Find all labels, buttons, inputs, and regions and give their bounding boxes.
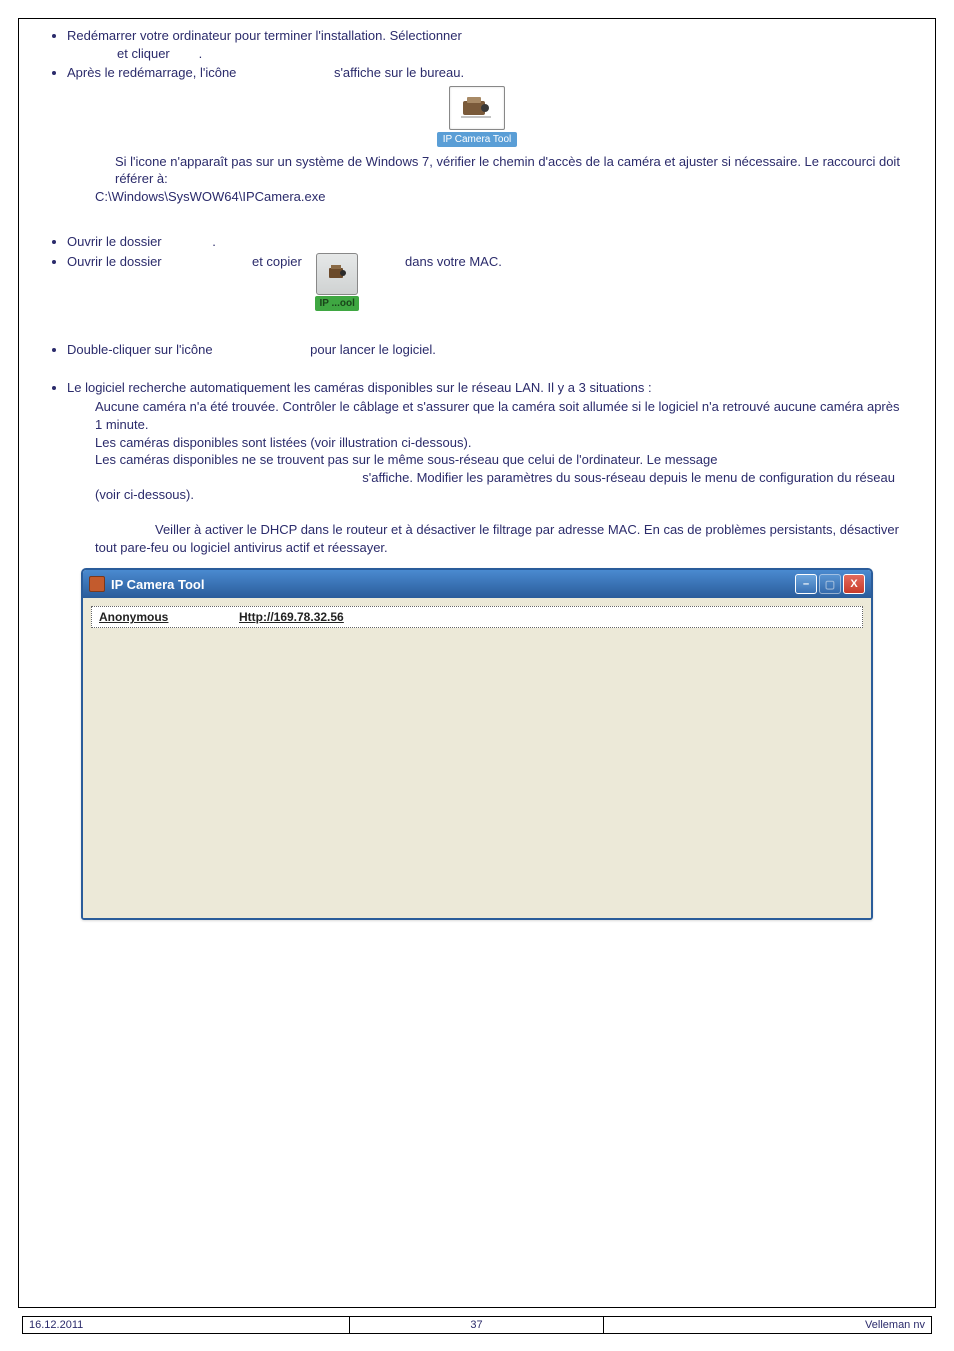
bullet-after-restart: Après le redémarrage, l'icône s'affiche … — [67, 64, 909, 82]
text: Redémarrer votre ordinateur pour termine… — [67, 28, 462, 43]
situation-2: Les caméras disponibles sont listées (vo… — [95, 434, 909, 452]
list-item[interactable]: Anonymous Http://169.78.32.56 — [93, 608, 861, 626]
situation-3: Les caméras disponibles ne se trouvent p… — [95, 451, 909, 504]
text — [240, 65, 330, 80]
text — [165, 254, 248, 269]
note-dhcp: Veiller à activer le DHCP dans le routeu… — [95, 504, 909, 557]
bullet-double-click: Double-cliquer sur l'icône pour lancer l… — [67, 341, 909, 359]
text: pour lancer le logiciel. — [310, 342, 436, 357]
window-titlebar: IP Camera Tool – ▢ X — [83, 570, 871, 598]
text: Le logiciel recherche automatiquement le… — [67, 380, 652, 395]
close-button[interactable]: X — [843, 574, 865, 594]
text: Double-cliquer sur l'icône — [67, 342, 213, 357]
app-icon — [89, 576, 105, 592]
minimize-button[interactable]: – — [795, 574, 817, 594]
footer-page: 37 — [350, 1317, 604, 1333]
text: Si l'icone n'apparaît pas sur un système… — [115, 154, 900, 187]
text: Après le redémarrage, l'icône — [67, 65, 236, 80]
camera-icon — [316, 253, 358, 295]
text: Veiller à activer le DHCP dans le routeu… — [95, 521, 909, 556]
text: Ouvrir le dossier — [67, 234, 162, 249]
text: . — [165, 234, 216, 249]
text: C:\Windows\SysWOW64\IPCamera.exe — [95, 188, 325, 206]
maximize-button[interactable]: ▢ — [819, 574, 841, 594]
text — [372, 254, 401, 269]
text — [216, 342, 306, 357]
camera-list[interactable]: Anonymous Http://169.78.32.56 — [91, 606, 863, 628]
mac-icon-label: IP ...ool — [315, 296, 358, 312]
text: s'affiche sur le bureau. — [334, 65, 464, 80]
icon-caption: IP Camera Tool — [437, 132, 518, 147]
window-title: IP Camera Tool — [111, 577, 204, 592]
footer-date: 16.12.2011 — [23, 1317, 350, 1333]
footer-company: Velleman nv — [604, 1317, 931, 1333]
text: dans votre MAC. — [405, 254, 502, 269]
text: Ouvrir le dossier — [67, 254, 162, 269]
text: et copier — [252, 254, 302, 269]
bullet-open-folder-1: Ouvrir le dossier . — [67, 233, 909, 251]
text — [95, 470, 359, 485]
bullet-open-folder-2: Ouvrir le dossier et copier IP ...ool da… — [67, 253, 909, 312]
mac-app-icon: IP ...ool — [315, 253, 358, 312]
camera-name: Anonymous — [99, 610, 209, 624]
text: . — [170, 46, 203, 61]
page-footer: 16.12.2011 37 Velleman nv — [22, 1316, 932, 1334]
bullet-auto-search: Le logiciel recherche automatiquement le… — [67, 379, 909, 556]
ip-camera-tool-window: IP Camera Tool – ▢ X Anonymous Http://16… — [81, 568, 873, 920]
text: Les caméras disponibles ne se trouvent p… — [95, 452, 718, 467]
camera-icon — [449, 86, 505, 130]
ip-camera-tool-desktop-icon: IP Camera Tool — [431, 86, 523, 147]
bullet-restart: Redémarrer votre ordinateur pour termine… — [67, 27, 909, 62]
camera-url: Http://169.78.32.56 — [239, 610, 344, 624]
situation-1: Aucune caméra n'a été trouvée. Contrôler… — [95, 398, 909, 433]
win7-note: Si l'icone n'apparaît pas sur un système… — [45, 153, 909, 206]
text: et cliquer — [117, 46, 170, 61]
